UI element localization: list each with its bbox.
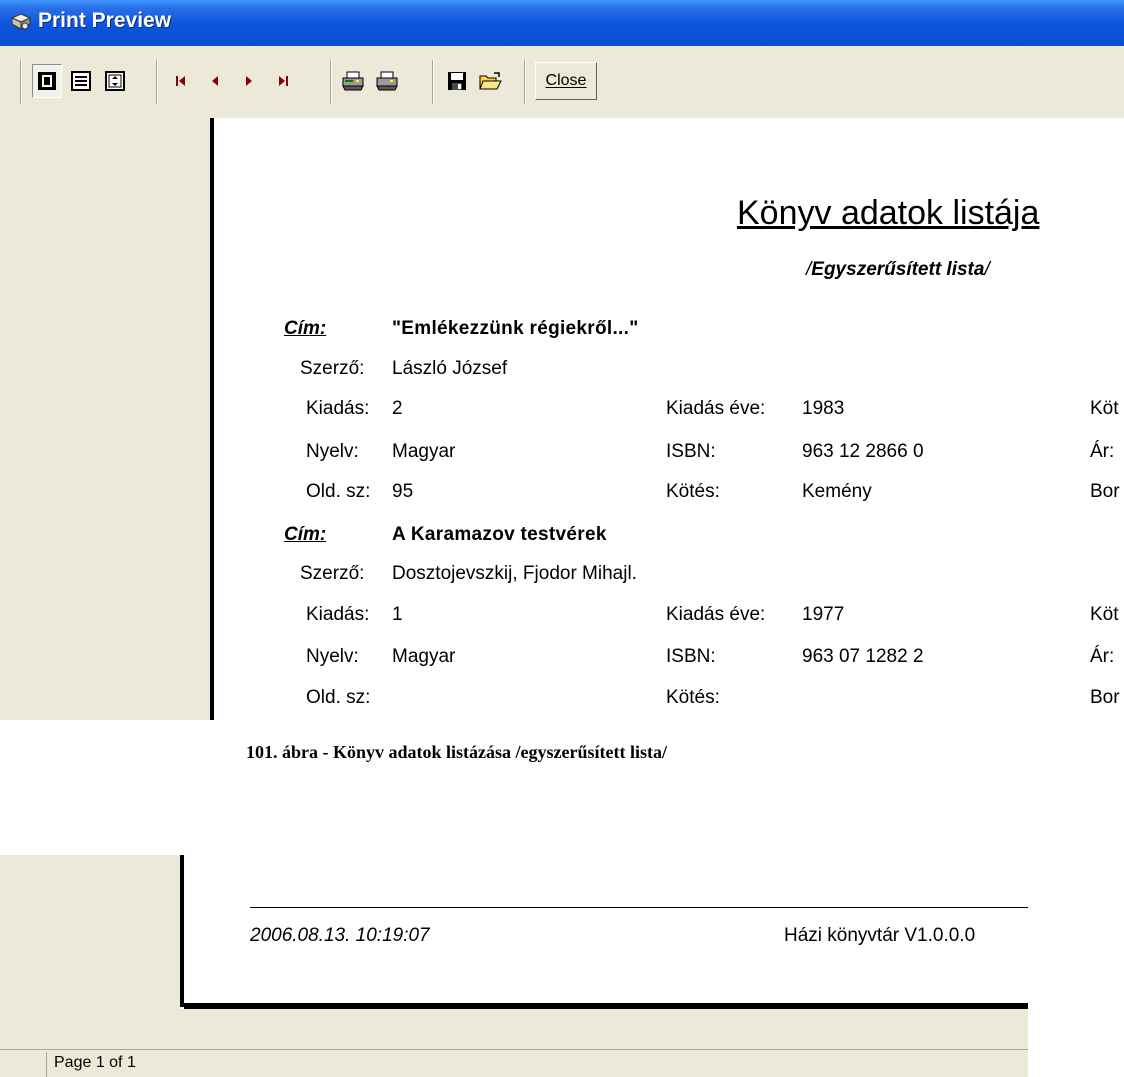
next-page-icon xyxy=(246,76,252,86)
clipped-column-label: Köt xyxy=(1090,398,1119,419)
edition-value: 2 xyxy=(392,398,403,419)
previous-page-button[interactable] xyxy=(200,64,230,98)
binding-value: Kemény xyxy=(802,481,872,502)
title-label: Cím: xyxy=(284,318,327,339)
footer-app-name: Házi könyvtár V1.0.0.0 xyxy=(784,925,976,946)
author-value: László József xyxy=(392,358,508,379)
print-button[interactable] xyxy=(372,64,402,98)
isbn-label: ISBN: xyxy=(666,441,716,462)
footer-datetime: 2006.08.13. 10:19:07 xyxy=(250,925,430,946)
preview-left-pane xyxy=(0,855,180,1049)
title-bar[interactable]: Print Preview xyxy=(0,0,1124,46)
print-setup-icon xyxy=(342,71,364,91)
edition-label: Kiadás: xyxy=(306,604,370,625)
report-page[interactable]: Könyv adatok listája /Egyszerűsített lis… xyxy=(214,118,1124,720)
year-label: Kiadás éve: xyxy=(666,398,766,419)
one-page-button[interactable] xyxy=(32,64,62,98)
pages-value: 95 xyxy=(392,481,414,502)
preview-left-pane xyxy=(0,118,210,720)
close-button-label: Close xyxy=(545,72,587,89)
year-value: 1977 xyxy=(802,604,845,625)
fit-page-icon xyxy=(105,71,125,91)
language-label: Nyelv: xyxy=(306,441,359,462)
report-title: Könyv adatok listája xyxy=(737,194,1040,232)
first-page-button[interactable] xyxy=(166,64,196,98)
binding-label: Kötés: xyxy=(666,481,720,502)
author-value: Dosztojevszkij, Fjodor Mihajl. xyxy=(392,563,637,584)
toolbar-separator xyxy=(156,60,158,104)
fit-page-button[interactable] xyxy=(100,64,130,98)
last-page-icon xyxy=(279,76,288,86)
clipped-column-label: Köt xyxy=(1090,604,1119,625)
price-label: Ár: xyxy=(1090,646,1115,667)
previous-page-icon xyxy=(212,76,218,86)
book-title: A Karamazov testvérek xyxy=(392,524,607,545)
next-page-button[interactable] xyxy=(234,64,264,98)
price-label: Ár: xyxy=(1090,441,1115,462)
language-label: Nyelv: xyxy=(306,646,359,667)
floppy-disk-icon xyxy=(448,72,466,90)
toolbar-separator xyxy=(432,60,434,104)
language-value: Magyar xyxy=(392,646,456,667)
page-width-icon xyxy=(71,71,91,91)
toolbar-separator xyxy=(524,60,526,104)
first-page-icon xyxy=(176,76,185,86)
clipped-column-label: Bor xyxy=(1090,687,1120,708)
printer-icon xyxy=(376,71,398,91)
print-preview-window-footer: 2006.08.13. 10:19:07 Házi könyvtár V1.0.… xyxy=(0,855,1028,1077)
print-preview-app-icon xyxy=(10,12,32,32)
pages-label: Old. sz: xyxy=(306,687,371,708)
print-preview-window: Print Preview Close Könyv adatok listája… xyxy=(0,0,1124,720)
status-bar: Page 1 of 1 xyxy=(0,1049,1028,1077)
isbn-label: ISBN: xyxy=(666,646,716,667)
page-indicator: Page 1 of 1 xyxy=(54,1054,136,1071)
report-subtitle: /Egyszerűsített lista/ xyxy=(806,259,990,280)
figure-caption: 101. ábra - Könyv adatok listázása /egys… xyxy=(246,742,667,762)
isbn-value: 963 07 1282 2 xyxy=(802,646,924,667)
language-value: Magyar xyxy=(392,441,456,462)
toolbar-grip xyxy=(20,60,22,104)
edition-label: Kiadás: xyxy=(306,398,370,419)
binding-label: Kötés: xyxy=(666,687,720,708)
one-page-icon xyxy=(38,72,56,90)
preview-background xyxy=(180,1009,1028,1049)
last-page-button[interactable] xyxy=(268,64,298,98)
preview-toolbar: Close xyxy=(0,46,1124,119)
window-title: Print Preview xyxy=(38,9,172,32)
isbn-value: 963 12 2866 0 xyxy=(802,441,924,462)
open-folder-icon xyxy=(479,72,502,90)
report-page-footer[interactable]: 2006.08.13. 10:19:07 Házi könyvtár V1.0.… xyxy=(184,855,1028,1003)
author-label: Szerző: xyxy=(300,358,365,379)
close-button[interactable]: Close xyxy=(535,62,597,100)
status-bar-cell xyxy=(0,1052,47,1077)
year-value: 1983 xyxy=(802,398,845,419)
toolbar-separator xyxy=(330,60,332,104)
author-label: Szerző: xyxy=(300,563,365,584)
save-button[interactable] xyxy=(442,64,472,98)
pages-label: Old. sz: xyxy=(306,481,371,502)
page-width-button[interactable] xyxy=(66,64,96,98)
title-label: Cím: xyxy=(284,524,327,545)
book-title: "Emlékezzünk régiekről..." xyxy=(392,318,639,339)
year-label: Kiadás éve: xyxy=(666,604,766,625)
edition-value: 1 xyxy=(392,604,403,625)
print-setup-button[interactable] xyxy=(338,64,368,98)
clipped-column-label: Bor xyxy=(1090,481,1120,502)
footer-rule xyxy=(250,907,1028,908)
open-button[interactable] xyxy=(476,64,506,98)
